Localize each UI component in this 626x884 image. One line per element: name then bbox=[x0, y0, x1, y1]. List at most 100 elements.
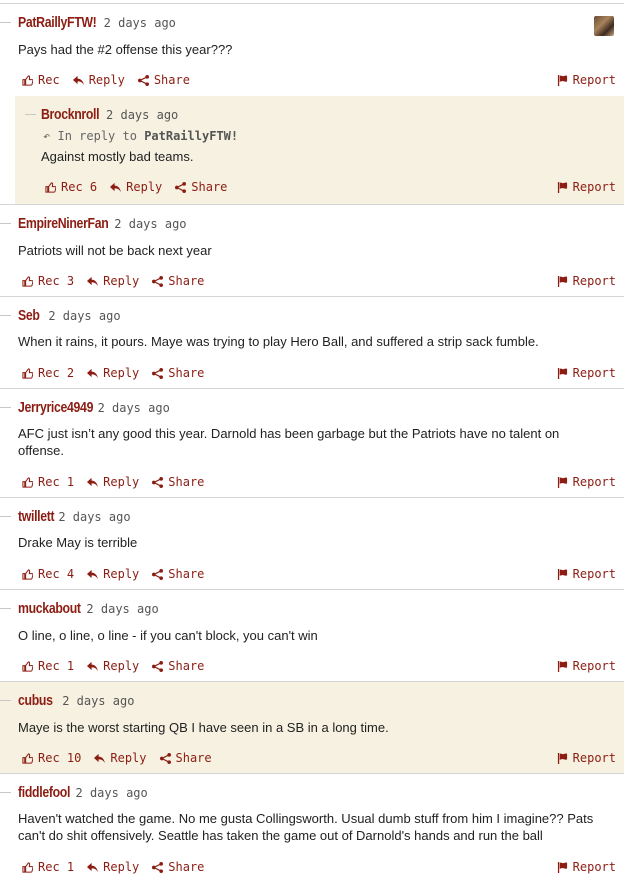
reply-arrow-icon bbox=[87, 862, 99, 872]
collapse-toggle[interactable] bbox=[0, 516, 11, 517]
rec-button[interactable]: Rec 1 bbox=[22, 860, 74, 874]
reply-button[interactable]: Reply bbox=[87, 860, 139, 874]
thumbs-up-icon bbox=[22, 861, 33, 873]
rec-count: 4 bbox=[66, 567, 75, 581]
share-button[interactable]: Share bbox=[152, 860, 204, 874]
share-label: Share bbox=[168, 860, 205, 874]
comment-time: 2 days ago bbox=[106, 108, 179, 122]
share-button[interactable]: Share bbox=[152, 274, 204, 288]
reply-button[interactable]: Reply bbox=[87, 366, 139, 380]
comment-author[interactable]: Jerryrice4949 bbox=[18, 399, 93, 416]
rec-button[interactable]: Rec 1 bbox=[22, 475, 74, 489]
comment-author[interactable]: cubus bbox=[18, 692, 53, 709]
reply-label: Reply bbox=[103, 860, 140, 874]
reply-button[interactable]: Reply bbox=[87, 274, 139, 288]
reply-button[interactable]: Reply bbox=[110, 180, 162, 194]
collapse-toggle[interactable] bbox=[25, 114, 36, 115]
comment-author[interactable]: Seb bbox=[18, 307, 40, 324]
collapse-toggle[interactable] bbox=[0, 407, 11, 408]
comment-body: AFC just isn’t any good this year. Darno… bbox=[18, 426, 560, 458]
reply-button[interactable]: Reply bbox=[87, 475, 139, 489]
comment-author[interactable]: fiddlefool bbox=[18, 784, 70, 801]
report-label: Report bbox=[572, 73, 616, 87]
report-button[interactable]: Report bbox=[557, 751, 616, 765]
report-button[interactable]: Report bbox=[557, 73, 616, 87]
share-label: Share bbox=[168, 274, 205, 288]
thumbs-up-icon bbox=[22, 568, 33, 580]
rec-label: Rec bbox=[38, 73, 60, 87]
collapse-toggle[interactable] bbox=[0, 315, 11, 316]
reply-button[interactable]: Reply bbox=[87, 659, 139, 673]
report-button[interactable]: Report bbox=[557, 366, 616, 380]
reply-arrow-icon: ↶ bbox=[43, 129, 51, 143]
collapse-toggle[interactable] bbox=[0, 22, 11, 23]
reply-button[interactable]: Reply bbox=[94, 751, 147, 765]
share-label: Share bbox=[191, 180, 228, 194]
rec-count: 10 bbox=[66, 751, 82, 765]
report-button[interactable]: Report bbox=[557, 274, 616, 288]
comment-time: 2 days ago bbox=[114, 217, 187, 231]
rec-count: 3 bbox=[66, 274, 75, 288]
collapse-toggle[interactable] bbox=[0, 700, 11, 701]
comment-author[interactable]: PatRaillyFTW! bbox=[18, 14, 97, 31]
comment-time: 2 days ago bbox=[86, 602, 159, 616]
comment-author[interactable]: Brocknroll bbox=[41, 106, 100, 123]
rec-button[interactable]: Rec 10 bbox=[22, 751, 81, 765]
flag-icon bbox=[557, 861, 567, 873]
report-label: Report bbox=[572, 751, 616, 765]
rec-button[interactable]: Rec bbox=[22, 73, 60, 87]
flag-icon bbox=[557, 476, 567, 488]
collapse-toggle[interactable] bbox=[0, 608, 11, 609]
comment-meta: EmpireNinerFan 2 days ago bbox=[18, 215, 187, 232]
report-label: Report bbox=[572, 567, 616, 581]
reply-label: Reply bbox=[103, 659, 140, 673]
report-label: Report bbox=[572, 659, 616, 673]
comment-body: Drake May is terrible bbox=[18, 535, 138, 550]
comment: PatRaillyFTW! 2 days ago Pays had the #2… bbox=[0, 3, 624, 96]
report-button[interactable]: Report bbox=[557, 567, 616, 581]
comment-author[interactable]: muckabout bbox=[18, 600, 81, 617]
share-button[interactable]: Share bbox=[159, 751, 212, 765]
share-button[interactable]: Share bbox=[152, 659, 204, 673]
thumbs-up-icon bbox=[22, 476, 33, 488]
comment-body: Haven't watched the game. No me gusta Co… bbox=[18, 811, 594, 843]
thumbs-up-icon bbox=[22, 275, 33, 287]
rec-count: 1 bbox=[66, 860, 75, 874]
collapse-toggle[interactable] bbox=[0, 792, 11, 793]
report-button[interactable]: Report bbox=[557, 860, 616, 874]
share-label: Share bbox=[168, 567, 205, 581]
share-icon bbox=[175, 181, 187, 193]
report-button[interactable]: Report bbox=[557, 475, 616, 489]
comment: Seb 2 days ago When it rains, it pours. … bbox=[0, 296, 624, 388]
comment-body: O line, o line, o line - if you can't bl… bbox=[18, 628, 318, 643]
rec-label: Rec bbox=[38, 659, 60, 673]
user-avatar[interactable] bbox=[594, 16, 614, 36]
rec-label: Rec bbox=[38, 751, 60, 765]
reply-to-author[interactable]: PatRaillyFTW! bbox=[144, 129, 238, 143]
share-button[interactable]: Share bbox=[152, 366, 204, 380]
comment-body: Maye is the worst starting QB I have see… bbox=[18, 720, 389, 735]
share-button[interactable]: Share bbox=[152, 567, 204, 581]
collapse-toggle[interactable] bbox=[0, 223, 11, 224]
share-button[interactable]: Share bbox=[137, 73, 190, 87]
rec-button[interactable]: Rec 3 bbox=[22, 274, 74, 288]
share-button[interactable]: Share bbox=[152, 475, 204, 489]
rec-button[interactable]: Rec 6 bbox=[45, 180, 97, 194]
rec-count: 6 bbox=[89, 180, 98, 194]
comment-author[interactable]: twillett bbox=[18, 508, 55, 525]
comment-actions: Rec 2 Reply Share Report bbox=[22, 366, 616, 380]
share-button[interactable]: Share bbox=[175, 180, 227, 194]
report-button[interactable]: Report bbox=[557, 659, 616, 673]
rec-button[interactable]: Rec 2 bbox=[22, 366, 74, 380]
comment-author[interactable]: EmpireNinerFan bbox=[18, 215, 109, 232]
rec-button[interactable]: Rec 1 bbox=[22, 659, 74, 673]
thumbs-up-icon bbox=[45, 181, 56, 193]
share-icon bbox=[152, 861, 164, 873]
reply-button[interactable]: Reply bbox=[72, 73, 125, 87]
reply-label: Reply bbox=[103, 274, 140, 288]
report-button[interactable]: Report bbox=[557, 180, 616, 194]
rec-button[interactable]: Rec 4 bbox=[22, 567, 74, 581]
comment-actions: Rec 1 Reply Share Report bbox=[22, 659, 616, 673]
thumbs-up-icon bbox=[22, 660, 33, 672]
reply-button[interactable]: Reply bbox=[87, 567, 139, 581]
